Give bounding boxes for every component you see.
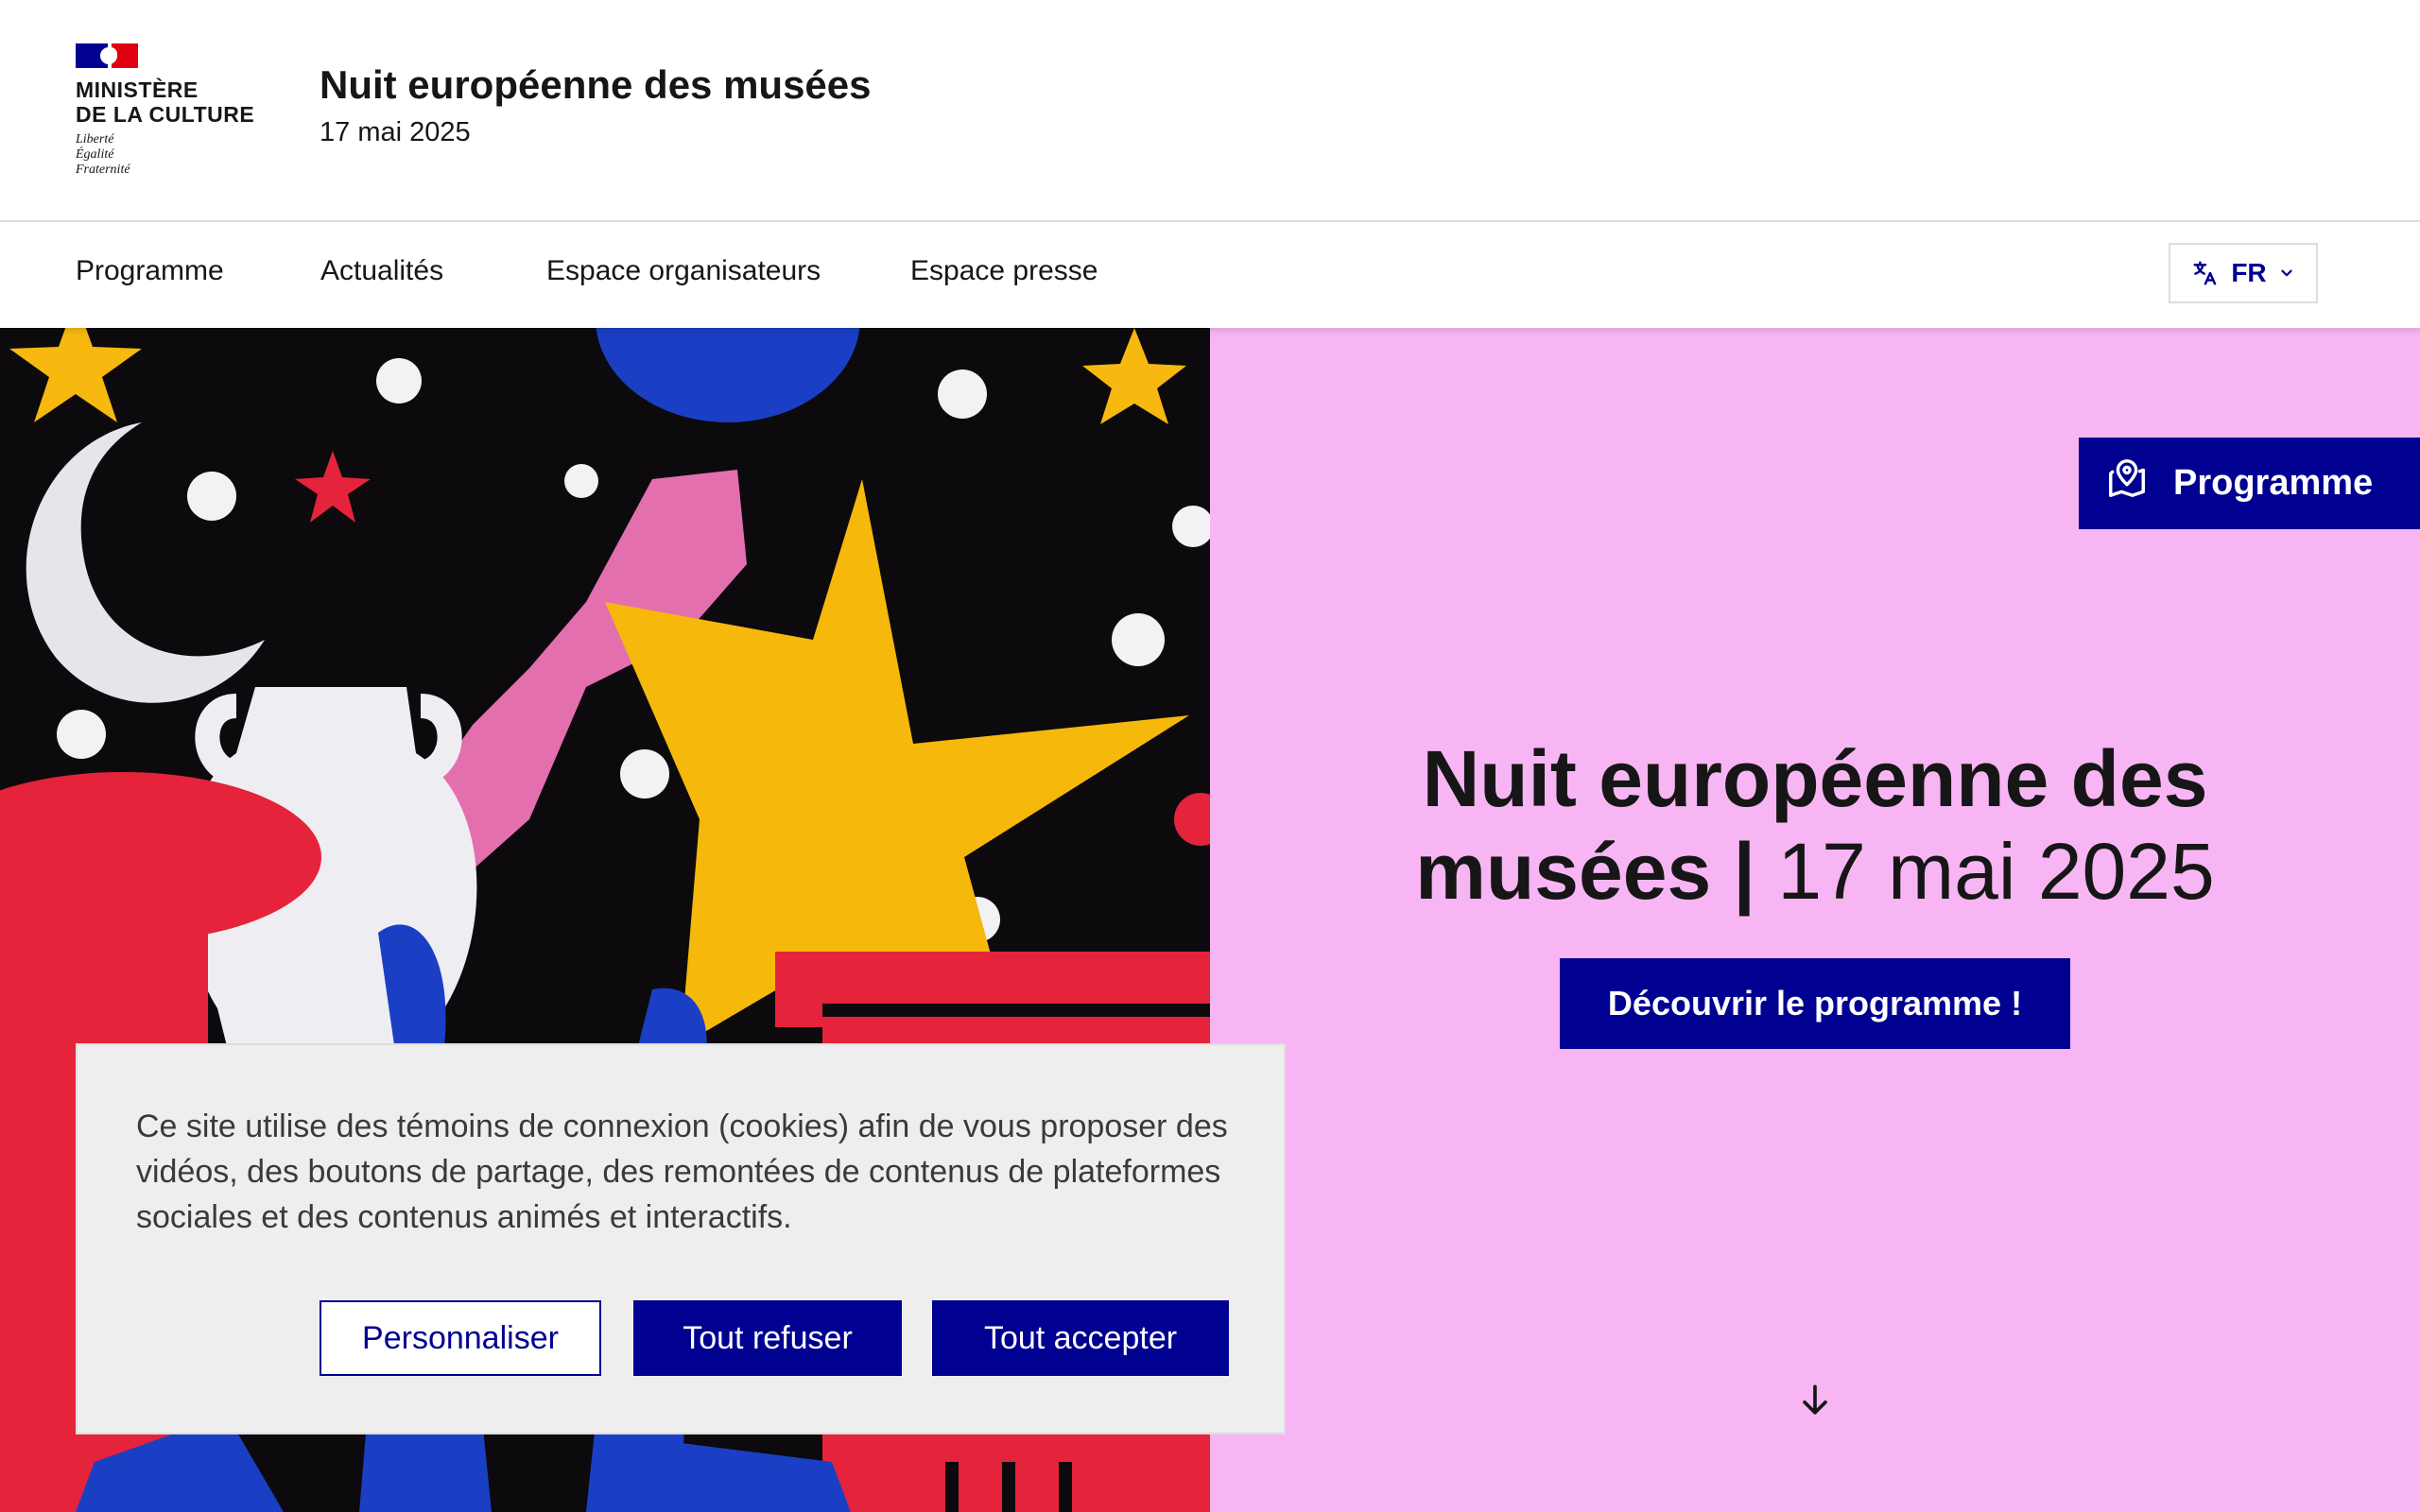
ministry-name: MINISTÈRE DE LA CULTURE	[76, 77, 255, 127]
hero-title-date: 17 mai 2025	[1777, 827, 2215, 916]
main-navigation: Programme Actualités Espace organisateur…	[0, 224, 2420, 328]
nav-item-espace-organisateurs[interactable]: Espace organisateurs	[546, 224, 821, 328]
map-pin-icon	[2105, 457, 2149, 510]
chevron-down-icon	[2278, 265, 2295, 282]
arrow-down-icon[interactable]	[1794, 1380, 1836, 1421]
programme-floating-button[interactable]: Programme	[2079, 438, 2420, 529]
programme-floating-label: Programme	[2173, 463, 2374, 503]
nav-item-actualites[interactable]: Actualités	[320, 224, 443, 328]
marianne-flag-icon	[76, 43, 138, 68]
nav-item-espace-presse[interactable]: Espace presse	[910, 224, 1098, 328]
discover-programme-button[interactable]: Découvrir le programme !	[1560, 958, 2070, 1049]
language-selector[interactable]: FR	[2169, 243, 2318, 303]
ministry-logo[interactable]: MINISTÈRE DE LA CULTURE Liberté Égalité …	[76, 43, 265, 178]
site-tagline: 17 mai 2025	[320, 117, 471, 147]
cookie-consent-banner: Ce site utilise des témoins de connexion…	[76, 1043, 1286, 1435]
accept-all-cookies-button[interactable]: Tout accepter	[932, 1300, 1229, 1376]
nav-item-programme[interactable]: Programme	[76, 224, 224, 328]
personalize-cookies-button[interactable]: Personnaliser	[320, 1300, 601, 1376]
site-title[interactable]: Nuit européenne des musées	[320, 62, 872, 108]
republic-motto: Liberté Égalité Fraternité	[76, 132, 130, 177]
translate-icon	[2191, 259, 2220, 287]
language-code: FR	[2231, 258, 2267, 287]
site-header: MINISTÈRE DE LA CULTURE Liberté Égalité …	[0, 0, 2420, 222]
cookie-consent-text: Ce site utilise des témoins de connexion…	[136, 1108, 1228, 1235]
hero-title: Nuit européenne des musées | 17 mai 2025	[1380, 732, 2250, 918]
refuse-all-cookies-button[interactable]: Tout refuser	[633, 1300, 902, 1376]
